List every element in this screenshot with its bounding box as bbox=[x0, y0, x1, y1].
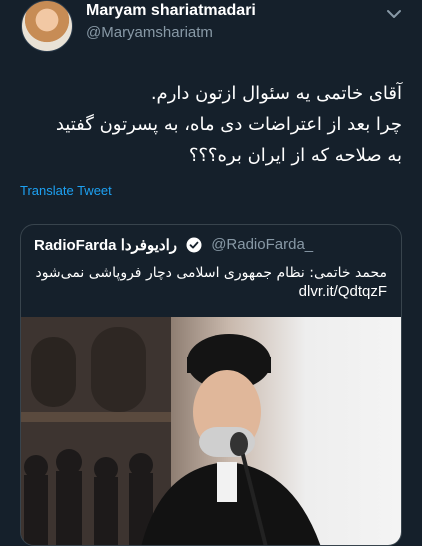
tweet-header: Maryam shariatmadari @Maryamshariatm bbox=[0, 0, 422, 60]
author-name[interactable]: Maryam shariatmadari bbox=[86, 2, 256, 20]
quoted-tweet[interactable]: RadioFarda رادیوفردا @RadioFarda_ محمد خ… bbox=[20, 224, 402, 546]
chevron-down-icon[interactable] bbox=[384, 6, 404, 22]
avatar[interactable] bbox=[21, 0, 73, 52]
quoted-tweet-text: محمد خاتمی: نظام جمهوری اسلامی دچار فروپ… bbox=[35, 265, 387, 281]
quoted-tweet-image[interactable] bbox=[21, 317, 401, 545]
quoted-tweet-header: RadioFarda رادیوفردا @RadioFarda_ bbox=[34, 234, 313, 254]
quoted-tweet-link[interactable]: dlvr.it/QdtqzF bbox=[299, 283, 387, 300]
author-handle[interactable]: @Maryamshariatm bbox=[86, 24, 213, 41]
tweet-text: آقای خاتمی یه سئوال ازتون دارم. چرا بعد … bbox=[20, 78, 402, 171]
quoted-author-name[interactable]: RadioFarda رادیوفردا bbox=[34, 236, 177, 254]
photo-illustration bbox=[21, 317, 321, 545]
tweet-text-line: به صلاحه که از ایران بره؟؟؟ bbox=[188, 145, 402, 166]
tweet-text-line: چرا بعد از اعتراضات دی ماه، به پسرتون گف… bbox=[55, 114, 402, 135]
tweet-text-line: آقای خاتمی یه سئوال ازتون دارم. bbox=[150, 83, 402, 104]
verified-badge-icon bbox=[186, 237, 202, 252]
translate-tweet-link[interactable]: Translate Tweet bbox=[20, 183, 112, 198]
quoted-author-handle[interactable]: @RadioFarda_ bbox=[211, 236, 313, 253]
